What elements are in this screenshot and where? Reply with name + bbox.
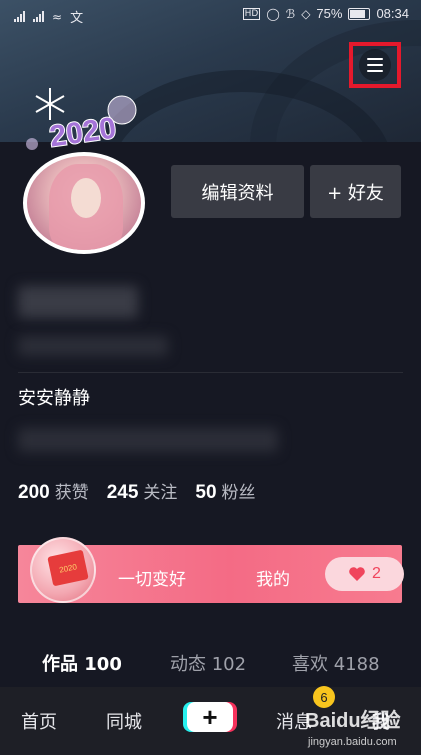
decoration-text: 2020 — [47, 112, 118, 154]
add-friend-button[interactable]: + 好友 — [310, 165, 401, 218]
banner-like-button[interactable]: 2 — [325, 557, 404, 591]
create-button[interactable]: + — [187, 702, 233, 732]
signature-text: 安安静静 — [18, 388, 90, 409]
signal-3g-icon — [33, 11, 44, 22]
profile-stats: 200 获赞 245 关注 50 粉丝 — [18, 478, 256, 504]
clock: 08:34 — [376, 6, 409, 21]
battery-icon — [348, 7, 371, 20]
stat-label: 粉丝 — [221, 483, 256, 503]
signal-4g-icon — [14, 11, 25, 22]
snowflake-icon — [35, 88, 65, 120]
promo-banner[interactable]: 2020 一切变好 我的 2 — [18, 537, 404, 603]
status-bar-left: ≈ 文 — [14, 7, 83, 26]
battery-percent: 75% — [316, 6, 343, 21]
tab-works[interactable]: 作品 100 — [42, 650, 122, 676]
banner-subtitle: 我的 — [256, 570, 290, 590]
avatar-2020-decoration: 2020 — [26, 88, 137, 154]
avatar-face — [71, 178, 101, 218]
stat-label: 关注 — [143, 483, 178, 503]
wifi-icon: ≈ — [52, 9, 63, 24]
stat-number: 50 — [195, 482, 217, 503]
tab-likes[interactable]: 喜欢 4188 — [292, 650, 380, 676]
stat-number: 245 — [106, 482, 139, 503]
menu-button[interactable] — [349, 42, 401, 88]
stat-number: 200 — [18, 482, 50, 503]
vibrate-icon: ◇ — [301, 6, 311, 21]
profile-tabs: 作品 100 动态 102 喜欢 4188 — [0, 650, 421, 680]
baidu-watermark: Baidu经验 jingyan.baidu.com — [300, 698, 410, 753]
input-method-label: 文 — [70, 10, 84, 25]
nav-city[interactable]: 同城 — [106, 708, 142, 734]
banner-title: 一切变好 — [118, 570, 186, 590]
red-packet-text: 2020 — [58, 561, 78, 575]
redacted-nickname — [18, 286, 138, 318]
avatar[interactable] — [23, 152, 145, 254]
tab-moments[interactable]: 动态 102 — [170, 650, 246, 676]
status-bar: ≈ 文 HD ◯ ℬ ◇ 75% 08:34 — [0, 0, 421, 30]
status-bar-right: HD ◯ ℬ ◇ 75% 08:34 — [242, 6, 409, 21]
watermark-logo: Baidu经验 — [305, 710, 401, 732]
hd-icon: HD — [242, 7, 261, 20]
redacted-info — [18, 428, 278, 452]
stat-followers[interactable]: 50 粉丝 — [195, 478, 255, 504]
stat-following[interactable]: 245 关注 — [107, 478, 178, 504]
heart-icon — [349, 567, 365, 581]
hamburger-menu-icon — [359, 49, 391, 81]
stat-likes[interactable]: 200 获赞 — [18, 478, 89, 504]
plus-icon: + — [202, 702, 218, 732]
alarm-icon: ◯ — [266, 6, 280, 21]
like-count: 2 — [372, 565, 381, 582]
bluetooth-icon: ℬ — [285, 6, 296, 21]
redacted-id — [18, 336, 168, 356]
edit-profile-button[interactable]: 编辑资料 — [171, 165, 304, 218]
watermark-url: jingyan.baidu.com — [308, 736, 397, 748]
nav-home[interactable]: 首页 — [21, 708, 57, 734]
divider — [18, 372, 403, 373]
stat-label: 获赞 — [54, 483, 89, 503]
